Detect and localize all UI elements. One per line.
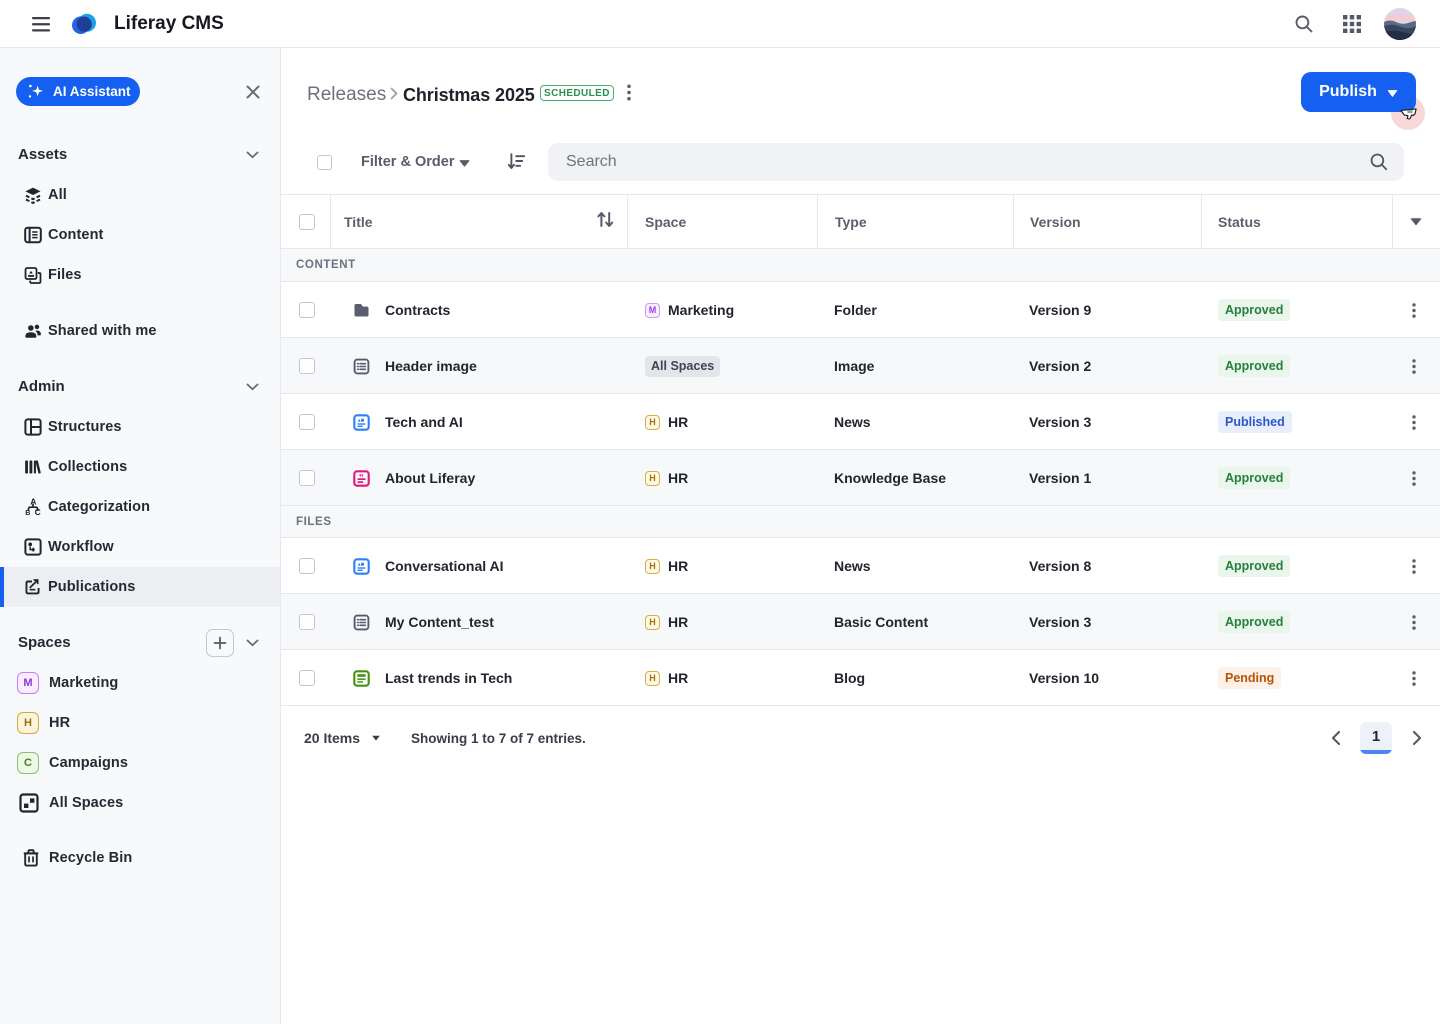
svg-text:A: A xyxy=(30,498,36,506)
svg-text:C: C xyxy=(35,507,41,516)
svg-text:B: B xyxy=(25,510,30,516)
